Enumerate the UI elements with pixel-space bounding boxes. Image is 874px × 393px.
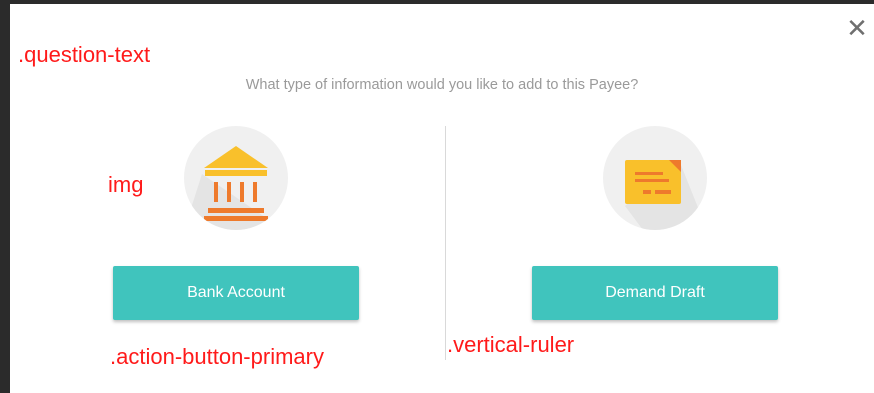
close-icon[interactable]: ✕ bbox=[844, 16, 870, 42]
annotation-question-text: .question-text bbox=[18, 42, 151, 67]
demand-draft-option: Demand Draft bbox=[532, 122, 778, 342]
annotation-vertical-ruler: .vertical-ruler bbox=[447, 332, 575, 357]
add-payee-info-dialog: ✕ .question-text What type of informatio… bbox=[10, 4, 874, 393]
bank-account-option: Bank Account bbox=[113, 122, 359, 342]
question-text: What type of information would you like … bbox=[245, 77, 639, 93]
bank-icon bbox=[184, 126, 288, 230]
demand-draft-button[interactable]: Demand Draft bbox=[532, 266, 778, 320]
demand-draft-icon bbox=[603, 126, 707, 230]
vertical-ruler bbox=[445, 126, 446, 360]
window-frame-left bbox=[0, 0, 10, 393]
annotation-img: img bbox=[108, 172, 144, 197]
annotation-action-button-primary: .action-button-primary bbox=[110, 344, 324, 369]
bank-account-button[interactable]: Bank Account bbox=[113, 266, 359, 320]
